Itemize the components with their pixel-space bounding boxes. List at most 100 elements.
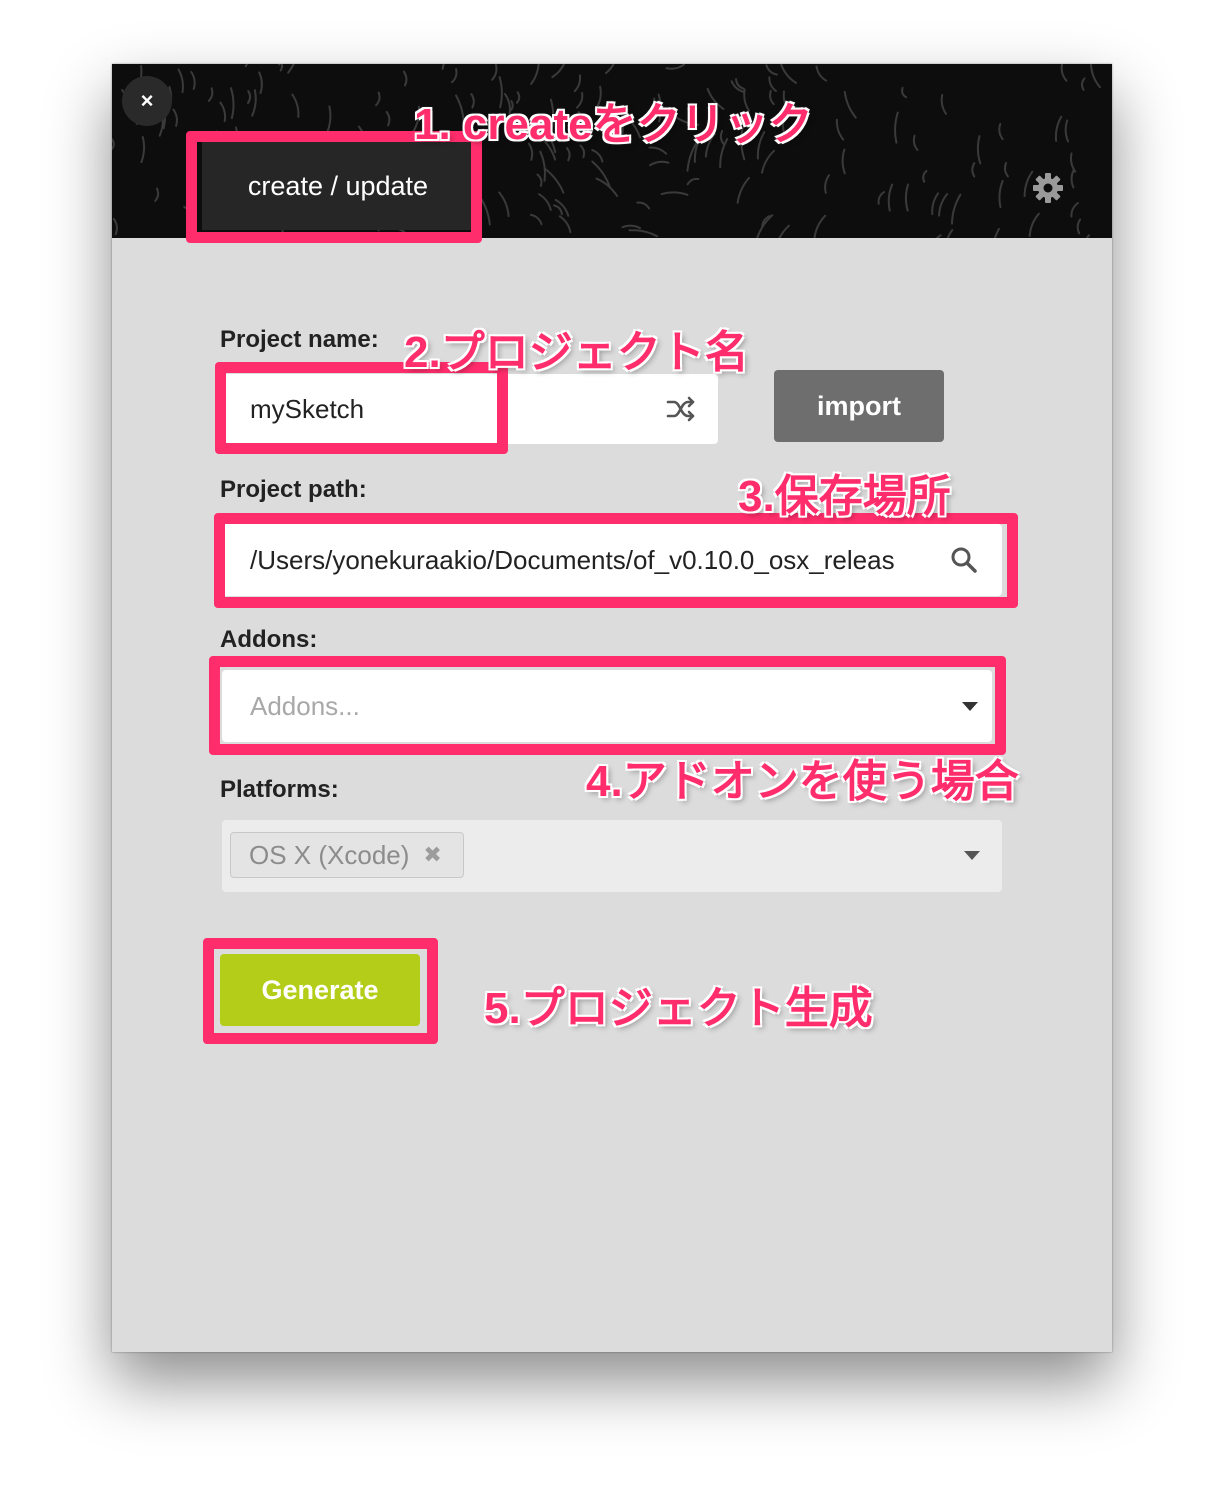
annotation-step-2: 2.プロジェクト名 [404, 328, 749, 377]
swirl-stroke [1076, 218, 1082, 235]
swirl-stroke [940, 94, 947, 115]
swirl-stroke [251, 89, 257, 117]
swirl-stroke [765, 64, 778, 76]
addons-select[interactable]: Addons... [222, 670, 992, 742]
chip-remove-icon[interactable]: ✖ [423, 842, 441, 868]
swirl-stroke [190, 71, 196, 90]
swirl-stroke [1090, 64, 1101, 89]
swirl-stroke [1054, 115, 1063, 142]
annotation-step-5: 5.プロジェクト生成 [484, 984, 873, 1033]
swirl-stroke [219, 101, 227, 123]
addons-placeholder: Addons... [250, 691, 360, 721]
project-path-input[interactable]: /Users/yonekuraakio/Documents/of_v0.10.0… [222, 524, 1002, 596]
platforms-label: Platforms: [220, 776, 339, 803]
swirl-stroke [998, 179, 1004, 209]
gear-icon[interactable] [1032, 172, 1064, 204]
swirl-stroke [904, 183, 909, 212]
swirl-stroke [976, 135, 982, 165]
swirl-stroke [912, 134, 919, 151]
swirl-stroke [628, 229, 659, 238]
swirl-stroke [931, 192, 940, 216]
swirl-stroke [287, 64, 295, 74]
annotation-step-3: 3.保存場所 [738, 472, 951, 521]
swirl-stroke [398, 228, 408, 238]
swirl-stroke [140, 135, 146, 164]
swirl-stroke [172, 108, 178, 127]
swirl-stroke [1064, 119, 1070, 143]
platforms-select[interactable]: OS X (Xcode) ✖ [222, 820, 1002, 892]
swirl-stroke [894, 111, 899, 144]
swirl-stroke [247, 90, 252, 104]
swirl-stroke [551, 64, 566, 79]
search-icon[interactable] [950, 546, 978, 574]
swirl-stroke [1081, 77, 1086, 91]
project-name-input[interactable]: mySketch [222, 374, 718, 444]
swirl-stroke [553, 204, 563, 216]
swirl-stroke [478, 195, 491, 226]
swirl-stroke [938, 193, 949, 217]
swirl-stroke [993, 227, 1000, 238]
swirl-stroke [385, 110, 391, 127]
swirl-stroke [558, 215, 572, 234]
platform-chip: OS X (Xcode) ✖ [230, 832, 464, 878]
swirl-stroke [375, 91, 381, 107]
swirl-stroke [736, 176, 750, 204]
swirl-stroke [935, 234, 942, 238]
swirl-stroke [841, 148, 846, 175]
swirl-stroke [441, 64, 445, 70]
swirl-stroke [1086, 234, 1091, 238]
shuffle-icon[interactable] [666, 396, 696, 422]
swirl-stroke [451, 68, 458, 84]
swirl-stroke [1069, 152, 1077, 173]
swirl-stroke [843, 90, 857, 119]
platform-chip-label: OS X (Xcode) [249, 839, 410, 870]
swirl-stroke [498, 191, 510, 218]
swirl-stroke [649, 160, 670, 167]
swirl-stroke [636, 201, 651, 210]
swirl-stroke [491, 64, 498, 81]
import-button[interactable]: import [774, 370, 944, 442]
swirl-stroke [529, 213, 543, 226]
generate-button[interactable]: Generate [220, 954, 420, 1026]
swirl-stroke [244, 64, 249, 68]
swirl-stroke [1070, 202, 1079, 218]
swirl-stroke [778, 224, 790, 238]
swirl-stroke [951, 193, 962, 225]
tab-create-update[interactable]: create / update [202, 142, 474, 230]
swirl-stroke [536, 173, 543, 187]
swirl-stroke [291, 93, 300, 118]
project-path-value: /Users/yonekuraakio/Documents/of_v0.10.0… [250, 545, 895, 575]
swirl-stroke [1003, 161, 1009, 178]
swirl-stroke [326, 105, 332, 134]
swirl-stroke [230, 87, 235, 120]
swirl-stroke [824, 174, 830, 194]
swirl-stroke [686, 177, 700, 186]
project-path-label: Project path: [220, 476, 367, 503]
swirl-stroke [1070, 169, 1075, 189]
swirl-stroke [761, 149, 775, 174]
swirl-stroke [946, 229, 954, 238]
swirl-stroke [177, 68, 184, 94]
swirl-stroke [971, 162, 976, 178]
swirl-stroke [605, 64, 615, 75]
swirl-stroke [231, 126, 238, 143]
swirl-stroke [1060, 64, 1068, 82]
swirl-stroke [901, 86, 908, 99]
swirl-stroke [813, 214, 827, 238]
swirl-stroke [538, 193, 552, 211]
chevron-down-icon[interactable] [962, 702, 978, 711]
swirl-stroke [1028, 212, 1040, 237]
swirl-stroke [258, 71, 263, 95]
swirl-stroke [877, 191, 885, 205]
swirl-stroke [660, 191, 689, 196]
swirl-stroke [591, 160, 611, 188]
swirl-stroke [207, 87, 214, 102]
swirl-stroke [154, 187, 160, 202]
swirl-stroke [530, 64, 540, 85]
swirl-stroke [112, 217, 118, 236]
chevron-down-icon[interactable] [964, 851, 980, 860]
swirl-stroke [539, 150, 546, 182]
close-button[interactable]: × [122, 76, 172, 126]
swirl-stroke [543, 167, 565, 194]
swirl-stroke [780, 64, 797, 84]
